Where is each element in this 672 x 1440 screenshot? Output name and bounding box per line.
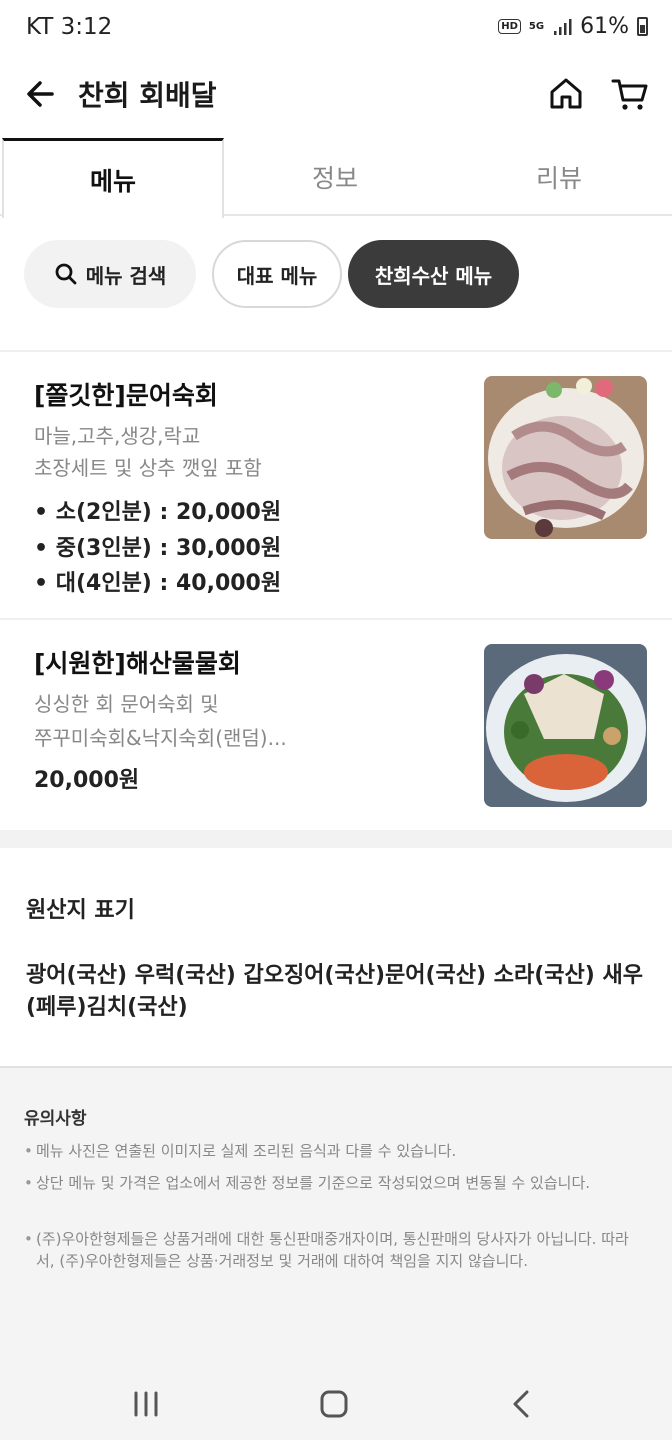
tab-info-label: 정보 xyxy=(311,164,358,193)
menu-item-name: [쫄깃한]문어숙회 xyxy=(34,381,218,410)
menu-item-price: • 중(3인분) : 30,000원 xyxy=(34,536,282,561)
menu-search-button[interactable]: 메뉴 검색 xyxy=(24,240,196,308)
arrow-left-icon[interactable] xyxy=(22,74,62,114)
network-5g-icon: 5G xyxy=(528,20,545,32)
section-separator xyxy=(0,830,672,848)
notice-item: 메뉴 사진은 연출된 이미지로 실제 조리된 음식과 다를 수 있습니다. xyxy=(24,1140,644,1162)
tab-reviews[interactable]: 리뷰 xyxy=(448,138,670,216)
menu-search-label: 메뉴 검색 xyxy=(85,263,167,288)
notice-item: (주)우아한형제들은 상품거래에 대한 통신판매중개자이며, 통신판매의 당사자… xyxy=(24,1228,644,1272)
hd-icon: HD xyxy=(498,19,521,34)
tab-info[interactable]: 정보 xyxy=(224,138,446,216)
menu-item-price: 20,000원 xyxy=(34,768,140,793)
nav-home-icon[interactable] xyxy=(314,1384,354,1424)
notice-section: 유의사항 메뉴 사진은 연출된 이미지로 실제 조리된 음식과 다를 수 있습니… xyxy=(0,1066,672,1366)
menu-item-desc: 초장세트 및 상추 깻잎 포함 xyxy=(34,456,262,480)
notice-title: 유의사항 xyxy=(24,1109,87,1129)
menu-item-desc: 마늘,고추,생강,락교 xyxy=(34,424,201,448)
home-icon[interactable] xyxy=(546,74,586,114)
recents-icon[interactable] xyxy=(126,1384,166,1424)
representative-menu-label: 대표 메뉴 xyxy=(236,263,318,288)
seafood-mulhoe-photo xyxy=(484,644,647,807)
menu-item-price: • 소(2인분) : 20,000원 xyxy=(34,500,282,525)
tab-menu[interactable]: 메뉴 xyxy=(2,138,224,218)
status-carrier-time: KT 3:12 xyxy=(26,14,113,40)
battery-percent: 61% xyxy=(580,14,629,39)
system-nav-bar xyxy=(0,1366,672,1440)
representative-menu-chip[interactable]: 대표 메뉴 xyxy=(212,240,342,308)
menu-item-desc: 싱싱한 회 문어숙회 및 xyxy=(34,692,219,716)
tab-menu-label: 메뉴 xyxy=(89,166,136,196)
chanhee-seafood-menu-chip[interactable]: 찬희수산 메뉴 xyxy=(348,240,519,308)
menu-item-price: • 대(4인분) : 40,000원 xyxy=(34,571,282,596)
octopus-sashimi-photo xyxy=(484,376,647,539)
menu-item-desc: 쭈꾸미숙회&낙지숙회(랜덤)... xyxy=(34,726,287,750)
menu-item-octopus[interactable]: [쫄깃한]문어숙회 마늘,고추,생강,락교 초장세트 및 상추 깻잎 포함 • … xyxy=(0,352,672,618)
menu-item-name: [시원한]해산물물회 xyxy=(34,649,241,678)
origin-title: 원산지 표기 xyxy=(26,898,135,923)
menu-item-seafood-mulhoe[interactable]: [시원한]해산물물회 싱싱한 회 문어숙회 및 쭈꾸미숙회&낙지숙회(랜덤)..… xyxy=(0,620,672,830)
chanhee-seafood-menu-label: 찬희수산 메뉴 xyxy=(374,263,493,288)
page-title: 찬희 회배달 xyxy=(78,79,217,112)
status-bar: KT 3:12 HD 5G 61% xyxy=(0,0,672,56)
tab-reviews-label: 리뷰 xyxy=(535,164,582,193)
nav-back-icon[interactable] xyxy=(502,1384,542,1424)
origin-text: 광어(국산) 우럭(국산) 갑오징어(국산)문어(국산) 소라(국산) 새우(페… xyxy=(26,963,643,1020)
notice-item: 상단 메뉴 및 가격은 업소에서 제공한 정보를 기준으로 작성되었으며 변동될… xyxy=(24,1172,644,1194)
battery-icon xyxy=(637,17,648,36)
status-icons: HD 5G 61% xyxy=(498,14,648,39)
search-icon xyxy=(55,263,77,285)
signal-icon xyxy=(554,18,572,35)
app-bar: 찬희 회배달 xyxy=(0,56,672,138)
cart-icon[interactable] xyxy=(610,74,650,114)
tab-bar: 메뉴 정보 리뷰 xyxy=(0,138,672,218)
